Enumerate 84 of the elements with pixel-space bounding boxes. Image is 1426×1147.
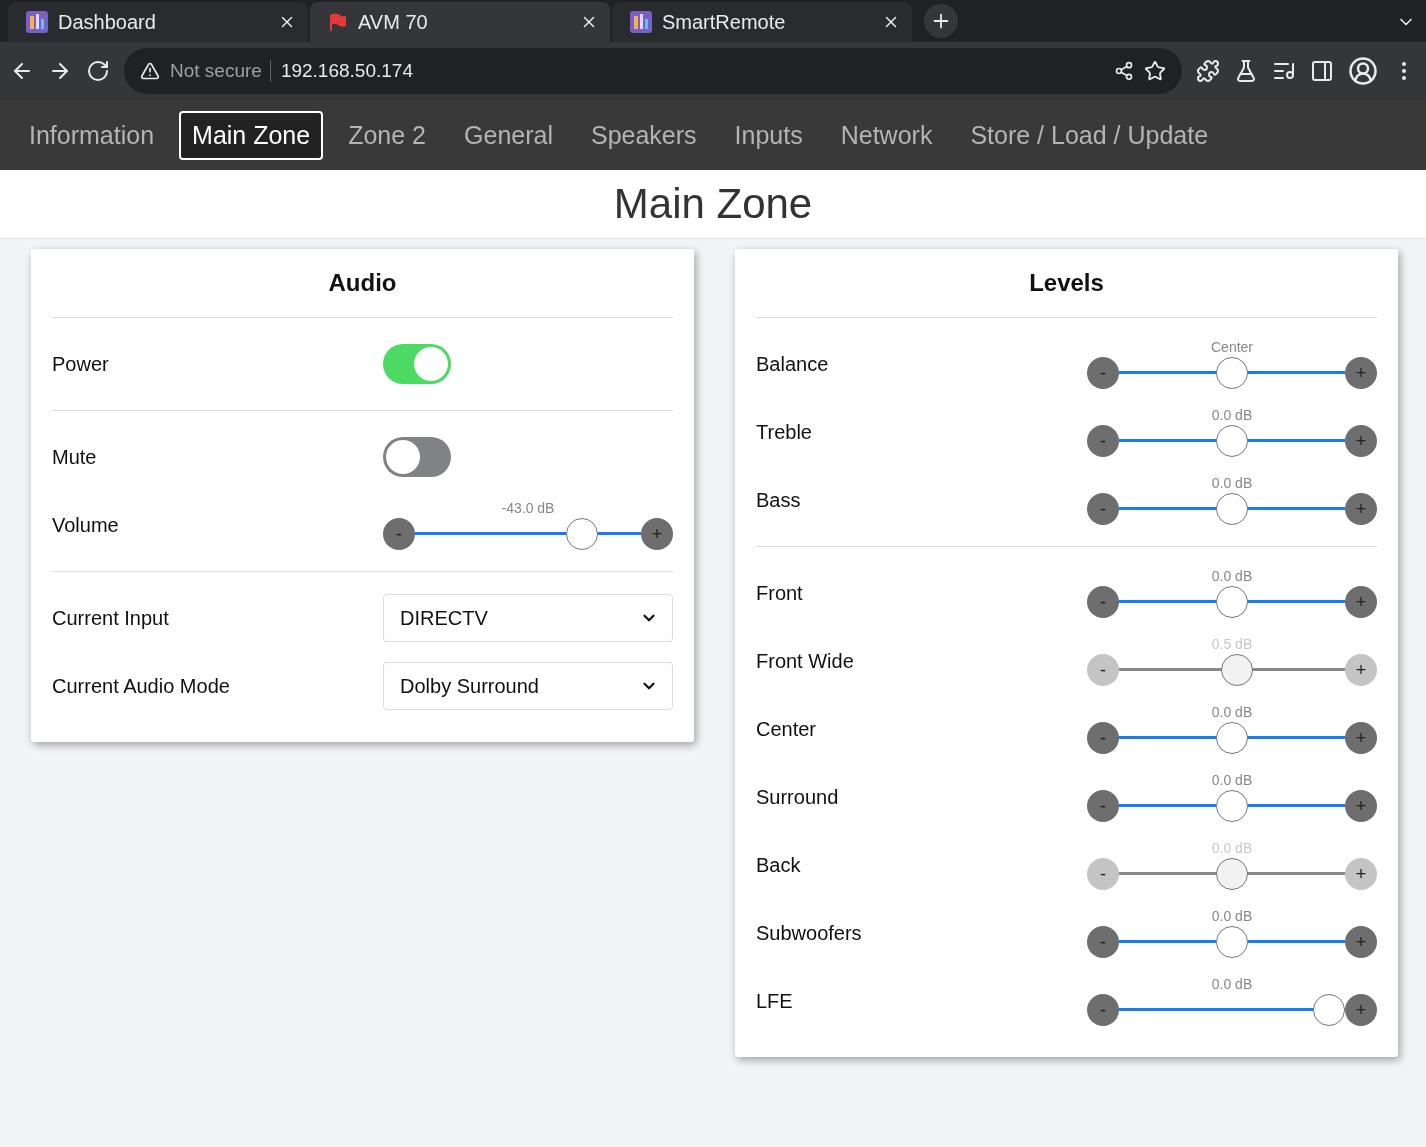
page-title: Main Zone — [613, 180, 813, 228]
tab-title: SmartRemote — [662, 10, 787, 34]
increase-button[interactable]: + — [1345, 425, 1377, 457]
card-title: Audio — [52, 265, 673, 318]
row-label: Treble — [756, 420, 812, 444]
toggle-switch[interactable] — [383, 344, 451, 384]
slider-reading: 0.0 dB — [1210, 568, 1254, 584]
nav-tab[interactable]: Main Zone — [179, 110, 324, 160]
nav-tab[interactable]: Network — [827, 110, 946, 160]
decrease-button[interactable]: - — [1087, 926, 1119, 958]
tab-title: Dashboard — [58, 10, 157, 34]
share-icon[interactable] — [1114, 61, 1134, 81]
row-label: Power — [52, 352, 109, 376]
increase-button[interactable]: + — [1345, 586, 1377, 618]
security-label: Not secure — [170, 60, 271, 82]
browser-tab[interactable]: Dashboard — [8, 2, 308, 42]
slider-reading: 0.0 dB — [1210, 976, 1254, 992]
slider-thumb[interactable] — [1216, 722, 1248, 754]
increase-button[interactable]: + — [1345, 357, 1377, 389]
slider-thumb[interactable] — [1216, 926, 1248, 958]
decrease-button[interactable]: - — [1087, 357, 1119, 389]
increase-button[interactable]: + — [1345, 790, 1377, 822]
row-label: Front — [756, 581, 803, 605]
slider-reading: 0.0 dB — [1210, 704, 1254, 720]
dropdown[interactable]: Dolby Surround — [383, 662, 673, 710]
star-icon[interactable] — [1144, 60, 1166, 82]
row-label: Mute — [52, 445, 97, 469]
card-title: Levels — [756, 265, 1377, 318]
row-label: LFE — [756, 989, 793, 1013]
row-label: Balance — [756, 352, 829, 376]
decrease-button[interactable]: - — [1087, 586, 1119, 618]
puzzle-icon[interactable] — [1196, 59, 1220, 83]
slider-thumb[interactable] — [1216, 425, 1248, 457]
row-label: Current Input — [52, 606, 169, 630]
row-label: Surround — [756, 785, 839, 809]
toggle-switch[interactable] — [383, 437, 451, 477]
row-label: Volume — [52, 513, 119, 537]
nav-tab[interactable]: General — [451, 110, 566, 160]
browser-tab[interactable]: SmartRemote — [612, 2, 912, 42]
slider-reading: 0.0 dB — [1210, 908, 1254, 924]
slider-reading: 0.0 dB — [1210, 772, 1254, 788]
dropdown[interactable]: DIRECTV — [383, 594, 673, 642]
slider-thumb[interactable] — [1216, 790, 1248, 822]
row-label: Subwoofers — [756, 921, 862, 945]
row-label: Current Audio Mode — [52, 674, 230, 698]
nav-tab[interactable]: Inputs — [721, 110, 816, 160]
row-label: Front Wide — [756, 649, 854, 673]
slider-reading: Center — [1210, 339, 1254, 355]
flask-icon[interactable] — [1234, 59, 1258, 83]
slider-thumb[interactable] — [1216, 357, 1248, 389]
decrease-button[interactable]: - — [1087, 722, 1119, 754]
slider-thumb[interactable] — [1313, 994, 1346, 1026]
nav-tab[interactable]: Information — [16, 110, 168, 160]
tab-title: AVM 70 — [358, 10, 429, 34]
slider-reading: 0.0 dB — [1210, 407, 1254, 423]
increase-button[interactable]: + — [1345, 493, 1377, 525]
decrease-button[interactable]: - — [1087, 493, 1119, 525]
slider-thumb[interactable] — [1216, 493, 1248, 525]
url-text: 192.168.50.174 — [280, 60, 414, 82]
browser-tab[interactable]: AVM 70 — [310, 2, 610, 42]
address-bar[interactable]: Not secure 192.168.50.174 — [124, 48, 1182, 94]
increase-button[interactable]: + — [641, 518, 673, 550]
nav-tab[interactable]: Zone 2 — [335, 110, 440, 160]
decrease-button[interactable]: - — [383, 518, 415, 550]
slider-reading: 0.0 dB — [1210, 475, 1254, 491]
slider-thumb[interactable] — [1216, 586, 1248, 618]
increase-button[interactable]: + — [1345, 994, 1377, 1026]
increase-button[interactable]: + — [1345, 722, 1377, 754]
reload-icon[interactable] — [86, 59, 110, 83]
decrease-button[interactable]: - — [1087, 790, 1119, 822]
row-label: Bass — [756, 488, 801, 512]
profile-icon[interactable] — [1348, 56, 1378, 86]
nav-tab[interactable]: Store / Load / Update — [957, 110, 1222, 160]
sidebar-icon[interactable] — [1310, 59, 1334, 83]
new-tab-button[interactable] — [924, 4, 958, 38]
slider-reading: -43.0 dB — [500, 500, 556, 516]
decrease-button[interactable]: - — [1087, 994, 1119, 1026]
slider-thumb[interactable] — [566, 518, 599, 550]
increase-button[interactable]: + — [1345, 926, 1377, 958]
row-label: Back — [756, 853, 801, 877]
decrease-button[interactable]: - — [1087, 425, 1119, 457]
warning-icon — [140, 61, 160, 81]
nav-tab[interactable]: Speakers — [578, 110, 710, 160]
row-label: Center — [756, 717, 817, 741]
